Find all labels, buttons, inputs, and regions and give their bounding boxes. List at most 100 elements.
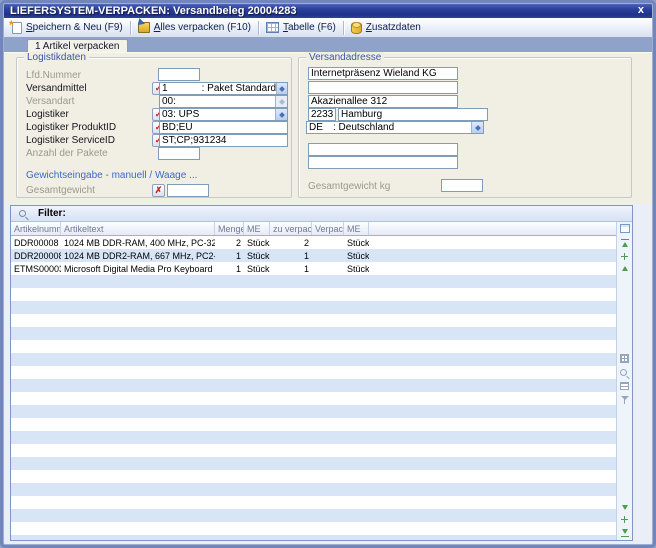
go-first-row-icon[interactable] [621,241,629,248]
address-extra1-field[interactable] [308,143,458,156]
table-row[interactable]: DDR2000081024 MB DDR2-RAM, 667 MHz, PC2-… [11,249,616,262]
column-header-menge[interactable]: Menge [215,222,244,235]
cell [344,340,369,353]
cell [344,353,369,366]
table-row-empty[interactable] [11,444,616,457]
table-row-empty[interactable] [11,431,616,444]
additional-data-button[interactable]: Zusatzdaten [347,21,425,35]
grid-search-icon[interactable] [620,369,627,376]
table-row-empty[interactable] [11,314,616,327]
table-row-empty[interactable] [11,535,616,540]
cell [312,314,344,327]
country-combobox[interactable]: DE : Deutschland [306,121,484,134]
column-header-artikelnummer[interactable]: Artikelnummer [11,222,61,235]
gesamtgewicht-x-button[interactable]: ✗ [152,184,165,197]
gesamtgewicht-field[interactable] [167,184,209,197]
cell [312,496,344,509]
table-row-empty[interactable] [11,275,616,288]
address-name2-field[interactable] [308,81,458,94]
cell: Microsoft Digital Media Pro Keyboard [61,262,215,275]
column-header-filler [369,222,616,235]
cell [270,379,312,392]
dropdown-button-icon[interactable] [471,122,483,133]
cell-filler [369,288,616,301]
column-header-artikeltext[interactable]: Artikeltext [61,222,215,235]
row-up-icon[interactable] [621,265,629,272]
table-row-empty[interactable] [11,392,616,405]
cell: DDR200008 [11,249,61,262]
cell [61,509,215,522]
table-row-empty[interactable] [11,418,616,431]
table-row-empty[interactable] [11,327,616,340]
save-and-new-button[interactable]: Speichern & Neu (F9) [8,21,127,35]
table-row-empty[interactable] [11,483,616,496]
cell [11,353,61,366]
cell: Stück [344,236,369,249]
table-row-empty[interactable] [11,301,616,314]
produktid-field[interactable] [159,121,288,134]
cell-filler [369,353,616,366]
page-up-icon[interactable] [621,253,628,260]
table-row-empty[interactable] [11,340,616,353]
tab-artikel-verpacken[interactable]: 1 Artikel verpacken [27,39,128,52]
serviceid-field[interactable] [159,134,288,147]
cell-filler [369,340,616,353]
address-zip-field[interactable] [308,108,336,121]
anzahl-pakete-field[interactable] [158,147,200,160]
grid-view-icon[interactable] [620,354,629,363]
cell: 1 [215,249,244,262]
table-row-empty[interactable] [11,509,616,522]
cell [11,483,61,496]
close-button[interactable]: x [636,5,646,16]
column-header-zu-verpacken[interactable]: zu verpacke [270,222,312,235]
table-row-empty[interactable] [11,496,616,509]
cell: 1 [215,262,244,275]
table-row-empty[interactable] [11,366,616,379]
address-city-field[interactable] [338,108,488,121]
address-extra2-field[interactable] [308,156,458,169]
cell [312,327,344,340]
filter-bar[interactable]: Filter: [11,206,632,222]
versandmittel-label: Versandmittel [26,83,87,94]
cell [61,535,215,540]
page-down-icon[interactable] [621,516,628,523]
table-row[interactable]: DDR000081024 MB DDR-RAM, 400 MHz, PC-320… [11,236,616,249]
table-row-empty[interactable] [11,457,616,470]
column-chooser-icon[interactable] [620,224,630,233]
table-button[interactable]: Tabelle (F6) [262,21,340,34]
table-row-empty[interactable] [11,522,616,535]
table-row-empty[interactable] [11,405,616,418]
dropdown-button-icon[interactable] [276,83,287,94]
gesamtgewicht-kg-field[interactable] [441,179,483,192]
versandmittel-combobox[interactable]: 1 : Paket Standard [159,82,288,95]
grid-layout-icon[interactable] [620,382,629,390]
row-down-icon[interactable] [621,504,629,511]
table-row-empty[interactable] [11,288,616,301]
versandart-value: 00: [160,96,176,107]
column-header-me2[interactable]: ME [344,222,369,235]
grid-filter-icon[interactable] [621,396,629,400]
table-row-empty[interactable] [11,353,616,366]
table-row-empty[interactable] [11,470,616,483]
cell [312,392,344,405]
table-row-empty[interactable] [11,379,616,392]
address-street-field[interactable] [308,95,458,108]
cell [61,522,215,535]
pack-all-button[interactable]: Alles verpacken (F10) [134,21,255,34]
search-icon[interactable] [19,210,26,217]
versandadresse-groupbox: Versandadresse DE : Deutschland Gesamtge… [298,57,632,198]
cell [270,275,312,288]
cell [344,457,369,470]
table-row[interactable]: ETMS00003Microsoft Digital Media Pro Key… [11,262,616,275]
go-last-row-icon[interactable] [621,528,629,535]
column-header-verpackt[interactable]: Verpackt [312,222,344,235]
cell [61,366,215,379]
logistiker-combobox[interactable]: 03: UPS [159,108,288,121]
lfd-nummer-field[interactable] [158,68,200,81]
address-name1-field[interactable] [308,67,458,80]
dropdown-button-icon[interactable] [275,109,287,120]
cell: DDR00008 [11,236,61,249]
column-header-me[interactable]: ME [244,222,270,235]
cell [11,301,61,314]
toolbar-separator [343,21,344,35]
